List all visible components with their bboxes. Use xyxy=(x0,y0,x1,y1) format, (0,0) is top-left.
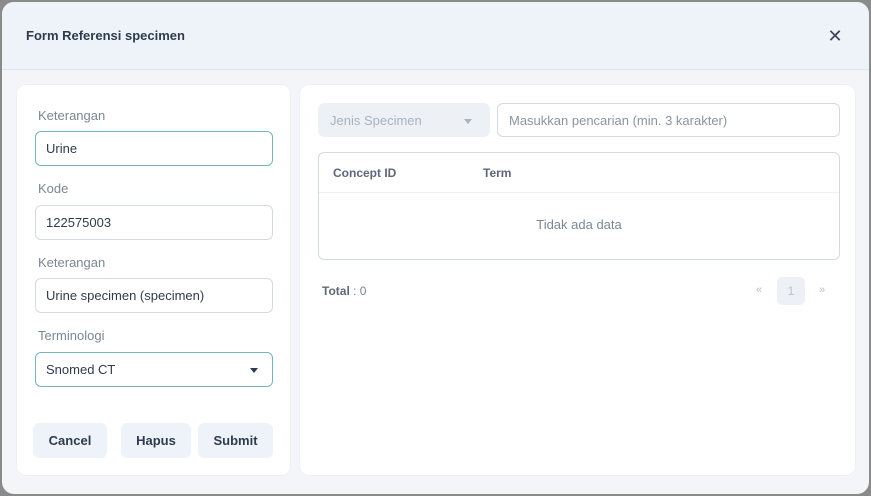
modal-header: Form Referensi specimen ✕ xyxy=(2,2,869,70)
pagination-prev-button[interactable]: « xyxy=(756,284,762,296)
terminologi-value: Snomed CT xyxy=(46,362,116,377)
submit-button[interactable]: Submit xyxy=(198,423,273,458)
caret-down-icon xyxy=(250,368,258,373)
caret-down-icon xyxy=(464,119,472,124)
table-header: Concept ID Term xyxy=(319,153,839,193)
search-panel: Jenis Specimen Masukkan pencarian (min. … xyxy=(299,84,856,476)
form-panel: Keterangan Urine Kode 122575003 Keterang… xyxy=(16,84,291,476)
pagination-next-button[interactable]: » xyxy=(819,284,825,296)
keterangan-specimen-input[interactable]: Urine specimen (specimen) xyxy=(35,278,273,313)
field-label-keterangan: Keterangan xyxy=(38,108,106,123)
delete-button[interactable]: Hapus xyxy=(121,423,191,458)
modal-dialog: Form Referensi specimen ✕ Keterangan Uri… xyxy=(2,2,869,494)
specimen-type-select[interactable]: Jenis Specimen xyxy=(318,103,490,137)
cancel-button[interactable]: Cancel xyxy=(33,423,107,458)
field-label-terminologi: Terminologi xyxy=(38,328,105,343)
total-label: Total xyxy=(322,284,350,298)
pagination-page-button[interactable]: 1 xyxy=(777,277,805,305)
total-separator: : xyxy=(349,284,360,298)
search-input[interactable]: Masukkan pencarian (min. 3 karakter) xyxy=(497,103,840,137)
total-value: 0 xyxy=(359,284,367,298)
terminologi-select[interactable]: Snomed CT xyxy=(35,352,273,387)
column-header-term[interactable]: Term xyxy=(483,166,511,180)
keterangan-input[interactable]: Urine xyxy=(35,131,273,166)
total-count: Total : 0 xyxy=(322,284,366,298)
column-header-concept-id[interactable]: Concept ID xyxy=(333,166,396,180)
kode-input[interactable]: 122575003 xyxy=(35,205,273,240)
field-label-keterangan-specimen: Keterangan xyxy=(38,255,106,270)
close-icon[interactable]: ✕ xyxy=(825,26,845,46)
specimen-type-value: Jenis Specimen xyxy=(330,112,422,128)
field-label-kode: Kode xyxy=(38,181,69,196)
results-table: Concept ID Term Tidak ada data xyxy=(318,152,840,260)
empty-state-text: Tidak ada data xyxy=(536,217,622,232)
modal-title: Form Referensi specimen xyxy=(26,28,185,43)
